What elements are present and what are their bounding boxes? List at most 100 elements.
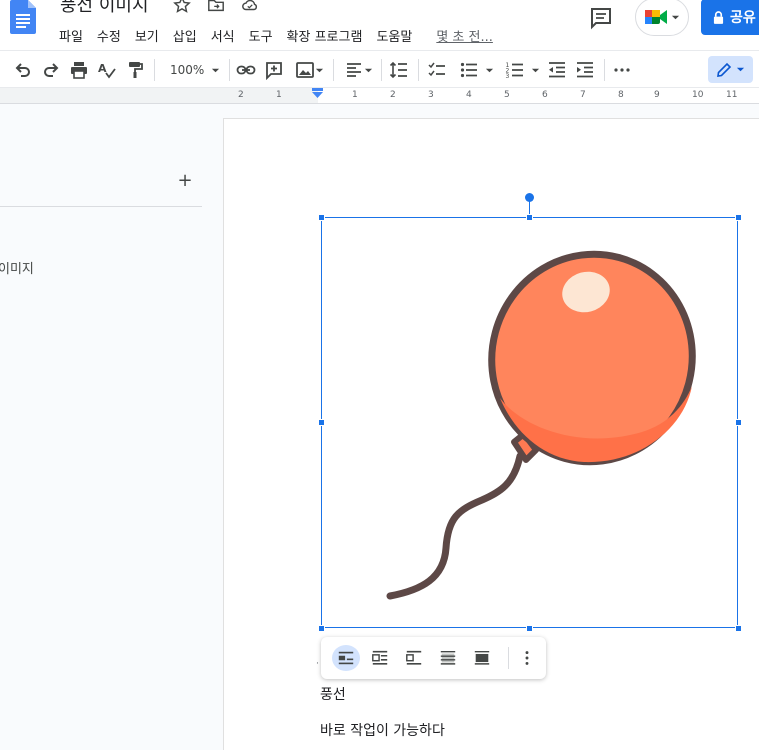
resize-handle-bottom-right[interactable]: [735, 625, 742, 632]
chevron-down-icon: [211, 68, 220, 72]
document-title[interactable]: 풍선 이미지: [60, 0, 149, 17]
last-edit-link[interactable]: 몇 초 전...: [429, 24, 500, 47]
ruler-number: 4: [466, 90, 472, 100]
paint-format-icon: [129, 62, 143, 78]
share-button[interactable]: 공유: [701, 0, 759, 35]
resize-handle-left[interactable]: [318, 419, 325, 426]
in-front-of-text-icon: [474, 650, 490, 665]
outline-heading-item[interactable]: 이미지: [0, 258, 34, 277]
break-text-button[interactable]: [400, 645, 428, 671]
meet-icon: [645, 10, 667, 24]
more-vertical-icon: [525, 651, 529, 665]
google-docs-window: 풍선 이미지 파일 수정 보기 삽입 서식 도구 확장 프로그램 도움말 몇 초…: [0, 0, 759, 750]
image-selection-box[interactable]: [321, 217, 738, 628]
pencil-icon: [717, 62, 732, 77]
increase-indent-button[interactable]: [575, 59, 595, 81]
menu-edit[interactable]: 수정: [90, 24, 128, 47]
body-paragraph[interactable]: 바로 작업이 가능하다: [320, 720, 445, 740]
align-left-icon: [346, 63, 361, 77]
insert-link-button[interactable]: [236, 59, 256, 81]
wrap-text-button[interactable]: [366, 645, 394, 671]
checklist-button[interactable]: [427, 59, 447, 81]
redo-icon: [44, 63, 59, 77]
redo-button[interactable]: [41, 59, 61, 81]
image-options-toolbar: [321, 637, 546, 679]
menu-file[interactable]: 파일: [59, 24, 90, 47]
behind-text-button[interactable]: [434, 645, 462, 671]
resize-handle-bottom[interactable]: [526, 625, 533, 632]
resize-handle-top-right[interactable]: [735, 214, 742, 221]
ruler-number: 8: [618, 90, 624, 100]
ruler-number: 2: [238, 90, 244, 100]
resize-handle-top[interactable]: [526, 214, 533, 221]
menu-help[interactable]: 도움말: [369, 24, 419, 47]
star-icon[interactable]: [172, 0, 192, 14]
anchor-mark: ·: [316, 659, 319, 669]
docs-logo-icon[interactable]: [10, 0, 38, 36]
print-button[interactable]: [69, 59, 89, 81]
print-icon: [71, 62, 87, 79]
increase-indent-icon: [577, 62, 593, 78]
zoom-select[interactable]: 100%: [160, 59, 224, 81]
decrease-indent-button[interactable]: [547, 59, 567, 81]
move-folder-icon[interactable]: [206, 0, 226, 14]
insert-image-button[interactable]: [292, 59, 326, 81]
resize-handle-bottom-left[interactable]: [318, 625, 325, 632]
comment-icon: [591, 8, 611, 30]
numbered-list-button[interactable]: 123: [502, 59, 542, 81]
menu-tools[interactable]: 도구: [242, 24, 280, 47]
add-comment-button[interactable]: [264, 59, 284, 81]
chevron-down-icon: [315, 68, 323, 72]
rotate-handle[interactable]: [525, 193, 534, 202]
editing-mode-button[interactable]: [708, 56, 753, 83]
menu-format[interactable]: 서식: [204, 24, 242, 47]
image-more-options-button[interactable]: [513, 645, 541, 671]
image-toolbar-separator: [508, 647, 509, 669]
in-line-button[interactable]: [332, 645, 360, 671]
chevron-down-icon: [671, 15, 680, 19]
resize-handle-right[interactable]: [735, 419, 742, 426]
horizontal-ruler[interactable]: 2 1 1 2 3 4 5 6 7 8 9 10 11: [0, 88, 759, 104]
undo-button[interactable]: [13, 59, 33, 81]
line-spacing-button[interactable]: [389, 59, 409, 81]
toolbar-separator: [381, 59, 382, 81]
ruler-number: 11: [726, 90, 738, 100]
menu-insert[interactable]: 삽입: [166, 24, 204, 47]
toolbar-separator: [604, 59, 605, 81]
menu-bar: 파일 수정 보기 삽입 서식 도구 확장 프로그램 도움말 몇 초 전...: [59, 24, 500, 47]
ruler-number: 3: [428, 90, 434, 100]
spellcheck-button[interactable]: A: [97, 59, 117, 81]
chevron-down-icon: [364, 68, 372, 72]
toolbar-separator: [154, 59, 155, 81]
break-text-icon: [406, 650, 422, 665]
cloud-status-icon[interactable]: [240, 0, 260, 14]
align-button[interactable]: [342, 59, 374, 81]
image-icon: [295, 62, 314, 78]
paint-format-button[interactable]: [125, 59, 145, 81]
toolbar-separator: [333, 59, 334, 81]
undo-icon: [15, 63, 30, 77]
ruler-number: 1: [352, 90, 358, 100]
menu-view[interactable]: 보기: [128, 24, 166, 47]
checklist-icon: [428, 62, 445, 77]
spellcheck-icon: A: [98, 62, 116, 79]
meet-button[interactable]: [635, 0, 689, 36]
bulleted-list-button[interactable]: [456, 59, 496, 81]
in-front-of-text-button[interactable]: [468, 645, 496, 671]
comments-button[interactable]: [588, 6, 614, 30]
chevron-down-icon: [485, 68, 493, 72]
indent-marker-icon[interactable]: [311, 88, 324, 100]
header: 풍선 이미지 파일 수정 보기 삽입 서식 도구 확장 프로그램 도움말 몇 초…: [0, 0, 759, 50]
more-options-button[interactable]: [612, 59, 632, 81]
add-summary-button[interactable]: +: [176, 172, 194, 190]
menu-extensions[interactable]: 확장 프로그램: [280, 24, 370, 47]
add-comment-icon: [266, 62, 282, 80]
ruler-number: 5: [504, 90, 510, 100]
line-spacing-icon: [389, 61, 407, 79]
zoom-value: 100%: [170, 63, 205, 77]
bulleted-list-icon: [460, 62, 477, 78]
image-caption[interactable]: 풍선: [320, 684, 346, 704]
resize-handle-top-left[interactable]: [318, 214, 325, 221]
decrease-indent-icon: [549, 62, 565, 78]
toolbar-separator: [418, 59, 419, 81]
